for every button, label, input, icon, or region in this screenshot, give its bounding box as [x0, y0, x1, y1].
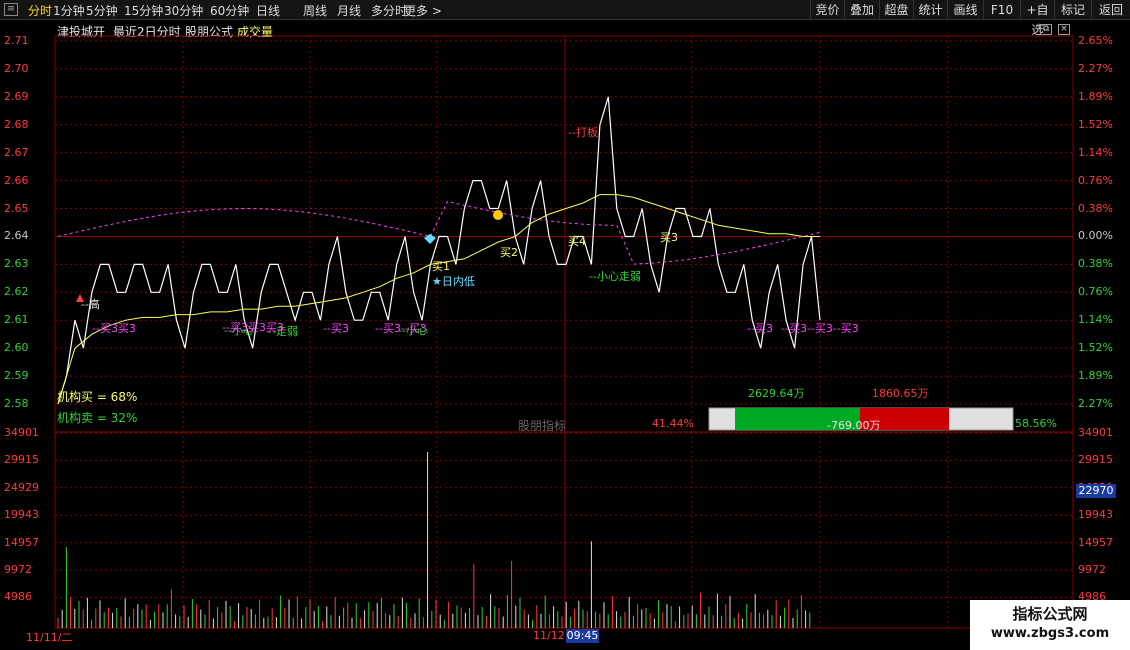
volume-axis-label-right: 14957 — [1078, 535, 1113, 549]
date-day2: 11/12 — [533, 629, 565, 642]
signal-careful-b: --小心 — [398, 324, 428, 337]
price-axis-label: 2.67 — [4, 145, 29, 159]
price-axis-label: 2.60 — [4, 341, 29, 355]
signal-buy3-seq-1: --买3买3 — [92, 322, 136, 335]
volume-axis-label: 19943 — [4, 508, 39, 522]
site-watermark: 指标公式网 www.zbgs3.com — [970, 600, 1130, 650]
signal-buy2: 买2 — [500, 246, 518, 259]
price-axis-label: 2.66 — [4, 173, 29, 187]
percent-axis-label: 0.76% — [1078, 173, 1113, 187]
volume-axis-label: 14957 — [4, 535, 39, 549]
sell-amount: 1860.65万 — [872, 387, 929, 400]
price-axis-label: 2.65 — [4, 201, 29, 215]
percent-axis-label: 1.52% — [1078, 117, 1113, 131]
percent-axis-label: 0.76% — [1078, 285, 1113, 299]
price-axis-label: 2.59 — [4, 369, 29, 383]
signal-intraday-low: ★日内低 — [432, 275, 475, 288]
percent-axis-label: 0.00% — [1078, 229, 1113, 243]
volume-axis-label-right: 19943 — [1078, 508, 1113, 522]
price-axis-label: 2.70 — [4, 61, 29, 75]
signal-buy3-seq-3: --买3 — [323, 322, 349, 335]
price-series-line — [57, 96, 821, 405]
volume-axis-label: 29915 — [4, 453, 39, 467]
percent-axis-label: 0.38% — [1078, 257, 1113, 271]
volume-axis-label: 24929 — [4, 480, 39, 494]
watermark-title: 指标公式网 — [1012, 605, 1088, 623]
price-axis-label: 2.69 — [4, 89, 29, 103]
signal-gao: --高 — [81, 298, 100, 311]
signal-buy3-seq-5: --买3 — [747, 322, 773, 335]
percent-axis-label: 1.52% — [1078, 341, 1113, 355]
volume-axis-label: 9972 — [4, 563, 32, 576]
percent-axis-label: 2.65% — [1078, 34, 1113, 47]
indicator-pct-right: 58.56% — [1015, 417, 1057, 430]
percent-axis-label: 1.89% — [1078, 369, 1113, 383]
percent-axis-label: 1.14% — [1078, 145, 1113, 159]
volume-axis-label-right: 34901 — [1078, 426, 1113, 439]
signal-da-ban: --打板 — [568, 126, 598, 139]
price-axis-label: 2.68 — [4, 117, 29, 131]
price-axis-label: 2.58 — [4, 397, 29, 410]
average-price-line — [57, 194, 820, 405]
volume-axis-label-right: 29915 — [1078, 453, 1113, 467]
percent-axis-label: 2.27% — [1078, 397, 1113, 410]
signal-buy4: 买4 — [568, 235, 586, 248]
gupeng-indicator-label: 股朋指标 — [518, 419, 567, 433]
percent-axis-label: 0.38% — [1078, 201, 1113, 215]
price-axis-label: 2.62 — [4, 285, 29, 299]
signal-buy1: 买1 — [432, 260, 450, 273]
net-amount: -769.00万 — [827, 419, 881, 432]
price-axis-label: 2.64 — [4, 229, 29, 243]
signal-careful-weak: --小心走弱 — [589, 270, 641, 283]
percent-axis-label: 1.89% — [1078, 89, 1113, 103]
cursor-time: 09:45 — [566, 629, 599, 643]
gold-coin-marker — [493, 210, 503, 220]
moving-average-dashed-line — [57, 200, 821, 265]
indicator-pct-left: 41.44% — [652, 417, 694, 430]
cursor-volume-value: 22970 — [1076, 484, 1116, 498]
signal-buy3-a: 买3 — [660, 231, 678, 244]
signal-buy3-seq-2: --买3买3买3 — [222, 321, 284, 334]
percent-axis-label: 1.14% — [1078, 313, 1113, 327]
volume-axis-label: 34901 — [4, 426, 39, 439]
price-axis-label: 2.61 — [4, 313, 29, 327]
signal-buy3-seq-6: --买3--买3--买3 — [781, 322, 859, 335]
buy-amount: 2629.64万 — [748, 387, 805, 400]
volume-axis-label-right: 9972 — [1078, 563, 1106, 576]
price-axis-label: 2.63 — [4, 257, 29, 271]
price-axis-label: 2.71 — [4, 34, 29, 47]
date-day1: 11/11/二 — [26, 631, 73, 644]
institution-buy: 机构买 = 68% — [57, 390, 138, 404]
watermark-url: www.zbgs3.com — [990, 626, 1110, 641]
percent-axis-label: 2.27% — [1078, 61, 1113, 75]
volume-axis-label: 4986 — [4, 590, 32, 604]
institution-sell: 机构卖 = 32% — [57, 411, 138, 425]
intraday-chart[interactable] — [0, 0, 1130, 650]
